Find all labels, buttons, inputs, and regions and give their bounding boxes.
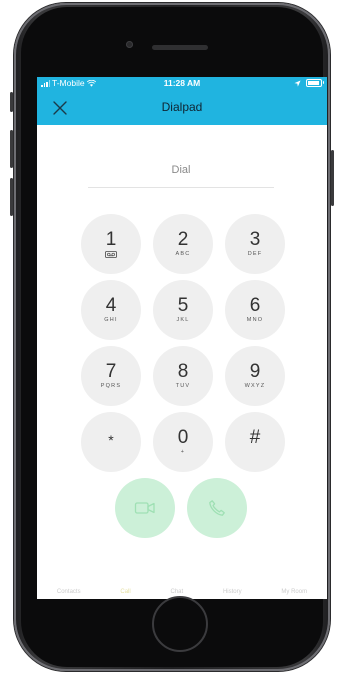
battery-fill [308,81,319,85]
tab-history[interactable]: History [223,589,242,595]
key-letters: MNO [246,317,264,323]
key-5[interactable]: 5 JKL [153,280,213,340]
key-letters: DEF [247,251,263,257]
key-digit: 5 [177,295,189,316]
key-4[interactable]: 4 GHI [81,280,141,340]
battery-icon [306,79,324,87]
video-camera-icon [134,502,155,514]
volume-down-button [10,178,13,216]
tab-contacts[interactable]: Contacts [57,589,81,595]
tab-chat[interactable]: Chat [170,589,183,595]
tab-my-room[interactable]: My Room [281,589,307,595]
key-9[interactable]: 9 WXYZ [225,346,285,406]
mute-switch [10,92,13,112]
tab-call[interactable]: Call [120,589,130,595]
key-letters: ABC [175,251,191,257]
key-letters: JKL [176,317,190,323]
key-digit: 1 [105,229,117,250]
key-letters: PQRS [100,383,122,389]
key-digit: # [249,427,261,448]
key-letters: + [180,449,186,455]
key-digit: * [108,432,114,448]
status-time: 11:28 AM [163,78,201,88]
key-digit: 6 [249,295,261,316]
dial-input[interactable]: Dial [88,157,274,188]
app-screen: T-Mobile 11:28 AM Dialpad Dial 1 2 ABC 3… [37,77,327,599]
location-arrow-icon [294,79,301,87]
key-digit: 7 [105,361,117,382]
key-digit: 2 [177,229,189,250]
status-bar: T-Mobile 11:28 AM [37,77,327,91]
video-call-button[interactable] [115,478,175,538]
nav-bar: Dialpad [37,91,327,125]
key-hash[interactable]: # [225,412,285,472]
key-letters: GHI [104,317,118,323]
voicemail-icon [105,251,117,258]
key-digit: 8 [177,361,189,382]
key-1[interactable]: 1 [81,214,141,274]
power-button [331,150,334,206]
earpiece-speaker [152,45,208,50]
device-stage: T-Mobile 11:28 AM Dialpad Dial 1 2 ABC 3… [0,0,344,674]
key-letters: WXYZ [244,383,266,389]
voice-call-button[interactable] [187,478,247,538]
key-star[interactable]: * [81,412,141,472]
key-digit: 4 [105,295,117,316]
key-2[interactable]: 2 ABC [153,214,213,274]
key-digit: 0 [177,427,189,448]
key-3[interactable]: 3 DEF [225,214,285,274]
key-digit: 3 [249,229,261,250]
key-8[interactable]: 8 TUV [153,346,213,406]
key-6[interactable]: 6 MNO [225,280,285,340]
status-right [294,79,324,87]
key-letters: TUV [175,383,191,389]
phone-icon [209,500,225,516]
page-title: Dialpad [161,100,203,114]
key-digit: 9 [249,361,261,382]
key-7[interactable]: 7 PQRS [81,346,141,406]
home-button[interactable] [152,596,208,652]
volume-up-button [10,130,13,168]
front-camera [126,41,133,48]
key-0[interactable]: 0 + [153,412,213,472]
